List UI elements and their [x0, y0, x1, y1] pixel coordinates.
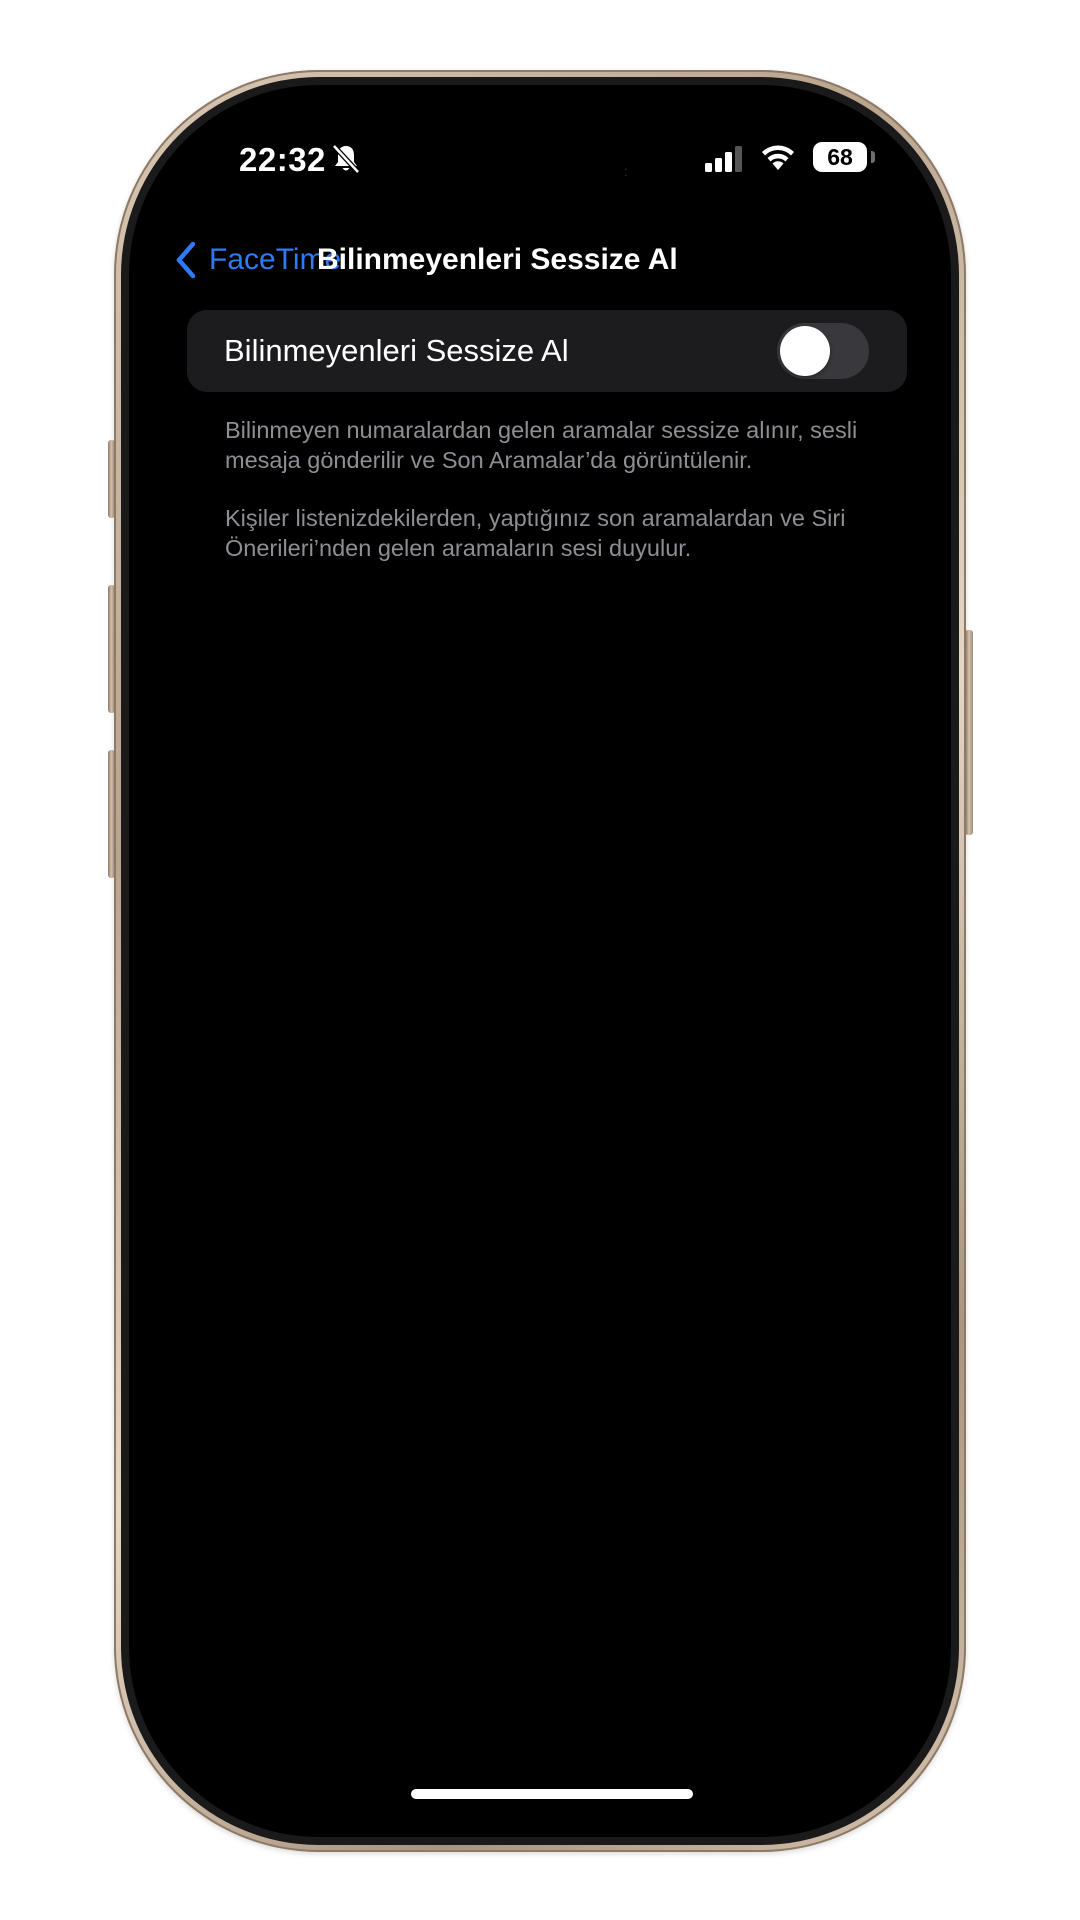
silence-unknown-callers-label: Bilinmeyenleri Sessize Al: [224, 333, 569, 368]
side-power-button: [965, 630, 973, 835]
footnote-exceptions: Kişiler listenizdekilerden, yaptığınız s…: [225, 505, 846, 561]
toggle-knob: [780, 326, 830, 376]
navigation-bar: FaceTime Bilinmeyenleri Sessize Al: [129, 225, 951, 295]
camera-dot: :: [624, 163, 628, 179]
chevron-left-icon: [176, 241, 196, 279]
wifi-icon: [762, 145, 794, 170]
silence-unknown-callers-toggle[interactable]: [777, 323, 869, 379]
battery-indicator: 68: [813, 142, 867, 172]
footnote-description: Bilinmeyen numaralardan gelen aramalar s…: [225, 417, 858, 473]
home-indicator[interactable]: [411, 1789, 693, 1799]
phone-screen: 22:32 : 68 FaceTime Bilinmeyenleri Sessi…: [129, 85, 951, 1837]
cellular-signal-icon: [705, 146, 742, 172]
status-time: 22:32: [239, 141, 326, 178]
battery-cap: [871, 151, 875, 163]
settings-group: Bilinmeyenleri Sessize Al: [187, 310, 907, 392]
phone-bezel: 22:32 : 68 FaceTime Bilinmeyenleri Sessi…: [121, 77, 959, 1845]
page-title: Bilinmeyenleri Sessize Al: [317, 243, 678, 276]
bell-slash-icon: [332, 144, 360, 174]
status-bar: 22:32 : 68: [129, 85, 951, 205]
phone-frame: 22:32 : 68 FaceTime Bilinmeyenleri Sessi…: [114, 70, 966, 1852]
screenshot-stage: 22:32 : 68 FaceTime Bilinmeyenleri Sessi…: [0, 0, 1080, 1920]
